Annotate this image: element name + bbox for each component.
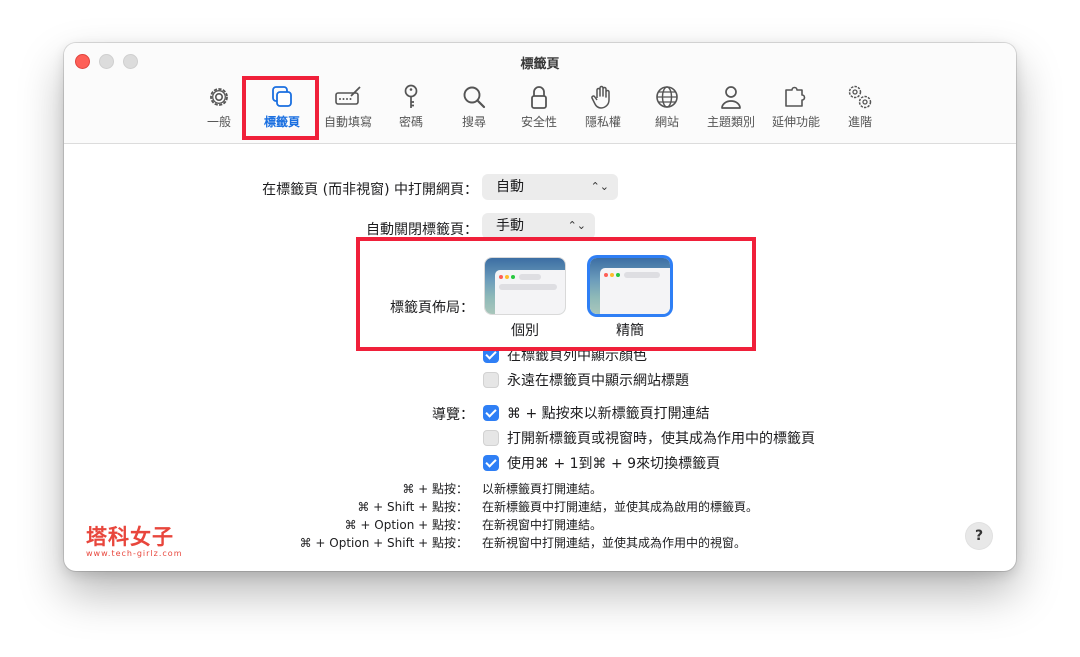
tab-general[interactable]: 一般	[202, 83, 236, 131]
nav-label: 導覽：	[432, 407, 474, 423]
auto-close-value: 手動	[496, 218, 524, 234]
chevron-updown-icon: ⌃⌄	[567, 219, 586, 232]
always-show-title-label: 永遠在標籤頁中顯示網站標題	[507, 373, 689, 389]
hand-icon	[591, 85, 610, 109]
tab-advanced[interactable]: 進階	[843, 83, 877, 131]
open-in-tabs-popup[interactable]: 自動 ⌃⌄	[482, 174, 618, 200]
shortcut-desc-4: 在新視窗中打開連結，並使其成為作用中的視窗。	[482, 536, 747, 550]
shortcut-desc-1: 以新標籤頁打開連結。	[482, 482, 603, 496]
layout-option-compact[interactable]	[590, 258, 670, 314]
nav-option-label-1: ⌘ + 點按來以新標籤頁打開連結	[507, 406, 710, 422]
auto-close-popup[interactable]: 手動 ⌃⌄	[482, 213, 595, 239]
shortcut-desc-3: 在新視窗中打開連結。	[482, 518, 603, 532]
nav-option-label-2: 打開新標籤頁或視窗時，使其成為作用中的標籤頁	[507, 431, 815, 447]
tab-advanced-label: 進階	[847, 115, 872, 129]
layout-option-separate-label: 個別	[511, 323, 539, 339]
shortcut-keys-4: ⌘ + Option + Shift + 點按：	[299, 536, 468, 550]
gear-icon	[210, 88, 228, 106]
tab-privacy[interactable]: 隱私權	[581, 83, 625, 131]
shortcut-keys-3: ⌘ + Option + 點按：	[344, 518, 468, 532]
tab-passwords-label: 密碼	[398, 115, 423, 129]
globe-icon	[656, 86, 678, 108]
search-icon	[463, 86, 486, 109]
tab-autofill[interactable]: 自動填寫	[322, 83, 374, 131]
tab-general-label: 一般	[206, 115, 231, 129]
key-icon	[404, 84, 418, 108]
puzzle-icon	[785, 86, 806, 107]
tab-security[interactable]: 安全性	[517, 83, 561, 131]
tab-extensions[interactable]: 延伸功能	[770, 83, 822, 131]
shortcut-keys-2: ⌘ + Shift + 點按：	[357, 500, 468, 514]
tab-websites[interactable]: 網站	[650, 83, 684, 131]
tab-search[interactable]: 搜尋	[457, 83, 491, 131]
shortcut-keys-1: ⌘ + 點按：	[402, 482, 468, 496]
auto-close-label: 自動關閉標籤頁：	[366, 222, 478, 238]
preferences-window: 標籤頁 一般 標籤頁 自動填寫 密碼 搜尋 安全性 隱私權 網站 主題類別 延伸…	[64, 43, 1016, 571]
tab-autofill-label: 自動填寫	[323, 115, 372, 129]
tab-profiles-label: 主題類別	[706, 115, 755, 129]
tab-websites-label: 網站	[654, 115, 679, 129]
tab-passwords[interactable]: 密碼	[394, 83, 428, 131]
tabs-highlight-box	[242, 76, 319, 140]
always-show-title-checkbox[interactable]	[483, 372, 499, 388]
nav-option-label-3: 使用⌘ + 1到⌘ + 9來切換標籤頁	[507, 456, 721, 472]
nav-option-checkbox-3[interactable]	[483, 455, 499, 471]
shortcut-desc-2: 在新標籤頁中打開連結，並使其成為啟用的標籤頁。	[482, 500, 759, 514]
watermark-name: 塔科女子	[86, 525, 174, 549]
tab-profiles[interactable]: 主題類別	[705, 83, 757, 131]
gears-icon	[848, 85, 872, 109]
layout-label: 標籤頁佈局：	[390, 300, 474, 316]
tab-privacy-label: 隱私權	[584, 115, 621, 129]
nav-option-checkbox-1[interactable]	[483, 405, 499, 421]
tab-extensions-label: 延伸功能	[771, 115, 820, 129]
autofill-icon	[335, 86, 361, 105]
person-icon	[721, 86, 741, 109]
nav-option-checkbox-2[interactable]	[483, 430, 499, 446]
tab-security-label: 安全性	[520, 115, 557, 129]
open-in-tabs-label: 在標籤頁 (而非視窗) 中打開網頁：	[262, 182, 478, 198]
lock-icon	[531, 86, 547, 109]
window-title: 標籤頁	[520, 57, 560, 72]
tab-search-label: 搜尋	[461, 115, 486, 129]
help-button[interactable]: ?	[966, 523, 992, 549]
titlebar: 標籤頁 一般 標籤頁 自動填寫 密碼 搜尋 安全性 隱私權 網站 主題類別 延伸…	[64, 43, 1016, 144]
open-in-tabs-value: 自動	[496, 179, 524, 195]
layout-option-separate[interactable]	[485, 258, 565, 314]
layout-option-compact-label: 精簡	[616, 323, 644, 339]
chevron-updown-icon: ⌃⌄	[590, 180, 609, 193]
watermark-url: www.tech-girlz.com	[86, 549, 183, 558]
watermark-logo: 塔科女子 www.tech-girlz.com	[86, 521, 183, 558]
